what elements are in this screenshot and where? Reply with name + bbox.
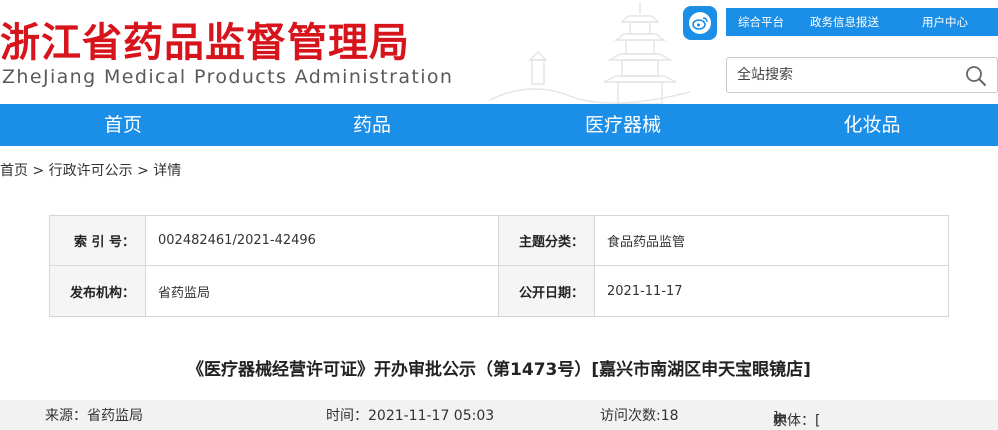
article-title: 《医疗器械经营许可证》开办审批公示（第1473号）[嘉兴市南湖区申天宝眼镜店]	[187, 360, 811, 380]
weibo-button[interactable]	[683, 6, 717, 40]
nav-item-cosmetics[interactable]: 化妆品	[812, 104, 932, 146]
breadcrumb-home[interactable]: 首页	[0, 163, 28, 179]
nav-item-home[interactable]: 首页	[63, 104, 183, 146]
site-logo-title[interactable]: 浙江省药品监督管理局	[0, 10, 410, 68]
publisher-label: 发布机构：	[50, 266, 146, 316]
article-view-count: 访问次数:18	[600, 408, 679, 424]
top-link-platform[interactable]: 综合平台	[738, 14, 784, 30]
breadcrumb-current: 详情	[153, 163, 182, 179]
pagoda-decoration-icon	[490, 2, 690, 104]
topic-value: 食品药品监管	[595, 216, 948, 266]
top-link-user-center[interactable]: 用户中心	[922, 14, 968, 30]
article-time: 时间：2021-11-17 05:03	[326, 408, 495, 424]
breadcrumb-permit-notice[interactable]: 行政许可公示	[49, 163, 133, 179]
index-number-value: 002482461/2021-42496	[146, 216, 499, 266]
index-number-label: 索 引 号：	[50, 216, 146, 266]
breadcrumb-separator: >	[132, 163, 154, 179]
site-logo-subtitle: ZheJiang Medical Products Administration	[2, 66, 454, 88]
article-source: 来源：省药监局	[45, 408, 143, 424]
site-header: 浙江省药品监督管理局 ZheJiang Medical Products Adm…	[0, 0, 998, 104]
info-table: 索 引 号： 002482461/2021-42496 主题分类： 食品药品监管…	[49, 215, 949, 317]
main-nav: 首页 药品 医疗器械 化妆品	[0, 104, 998, 146]
publish-date-label: 公开日期：	[499, 266, 595, 316]
top-link-report[interactable]: 政务信息报送	[810, 14, 879, 30]
publish-date-value: 2021-11-17	[607, 283, 683, 299]
publisher-value: 省药监局	[146, 266, 499, 316]
font-size-bracket: ]	[773, 410, 779, 426]
nav-item-medical-devices[interactable]: 医疗器械	[563, 104, 683, 146]
weibo-icon	[689, 12, 711, 34]
breadcrumb-separator: >	[28, 163, 49, 179]
breadcrumb: 首页 > 行政许可公示 > 详情	[0, 160, 181, 180]
nav-item-drugs[interactable]: 药品	[312, 104, 432, 146]
topic-label: 主题分类：	[499, 216, 595, 266]
search-box	[726, 57, 998, 93]
search-input[interactable]	[737, 64, 957, 86]
search-icon[interactable]	[965, 65, 987, 87]
top-links-bar: 综合平台 政务信息报送 用户中心	[726, 8, 998, 36]
article-meta-bar: 来源：省药监局 时间：2021-11-17 05:03 访问次数:18 字体：[…	[0, 400, 998, 430]
